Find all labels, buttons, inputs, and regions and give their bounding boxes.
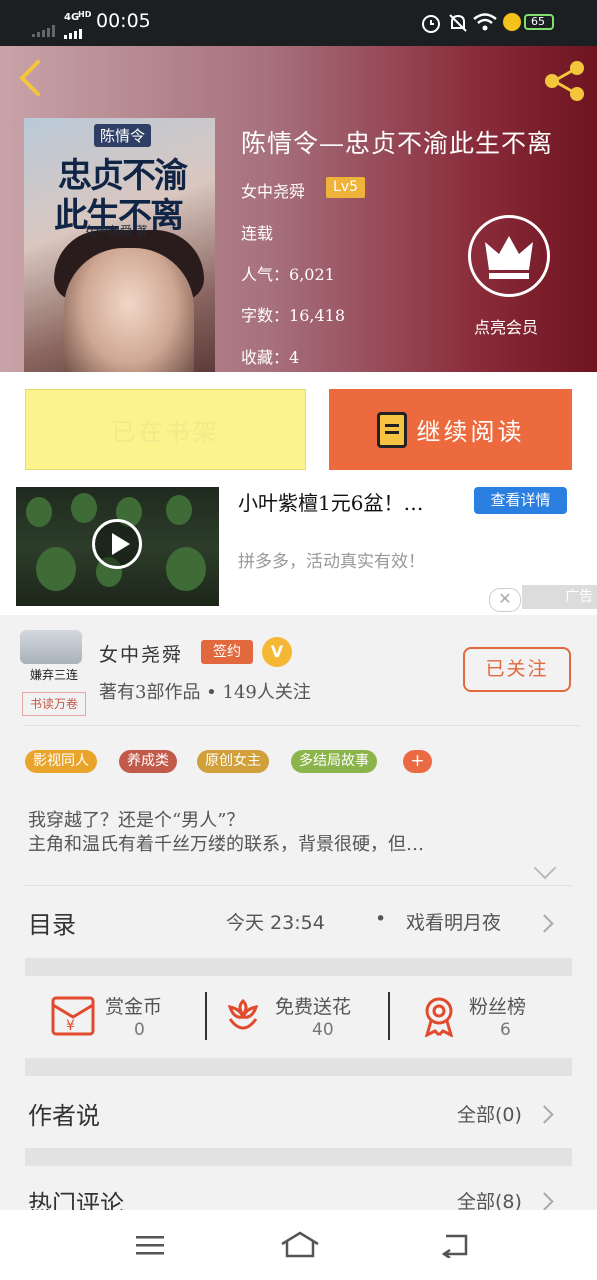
section-gap: [25, 958, 572, 976]
ad-close-button[interactable]: ✕: [489, 588, 521, 612]
catalog-separator: •: [375, 908, 387, 930]
tag-label: 养成类: [127, 753, 169, 769]
book-cover[interactable]: 陈情令 忠贞不渝 此生不离 女中尧舜 著: [24, 118, 215, 372]
battery-icon: 65: [524, 14, 554, 30]
tag-item[interactable]: 多结局故事: [291, 750, 377, 773]
ad-label: 广告: [522, 585, 597, 609]
clock: 00:05: [96, 10, 151, 32]
follow-button[interactable]: 已关注: [463, 647, 571, 692]
divider: [205, 992, 207, 1040]
tag-item[interactable]: 原创女主: [197, 750, 269, 773]
section-gap: [25, 1148, 572, 1166]
cover-face: [64, 248, 194, 372]
book-title: 陈情令—忠贞不渝此生不离: [241, 129, 554, 158]
description-line: 我穿越了？还是个“男人”？: [28, 810, 245, 831]
system-nav-bar: [0, 1210, 597, 1280]
popularity-label: 人气：: [241, 265, 290, 284]
stat-value: 0: [134, 1020, 145, 1040]
word-count-value: 16,418: [289, 306, 345, 325]
cover-tag: 陈情令: [94, 124, 152, 147]
book-status: 连载: [241, 224, 274, 243]
divider: [25, 725, 580, 726]
description-line: 主角和温氏有着千丝万缕的联系，背景很硬，但…: [28, 834, 424, 855]
vip-label[interactable]: 点亮会员: [474, 314, 538, 338]
battery-level: 65: [531, 15, 545, 28]
book-popularity: 人气：6,021: [241, 261, 335, 285]
network-sub: HD: [78, 10, 92, 19]
wifi-icon: [472, 12, 498, 36]
author-says-label: 作者说: [28, 1102, 100, 1130]
in-shelf-label: 已在书架: [111, 418, 220, 446]
crown-icon: [485, 236, 533, 279]
ad-subtitle: 拼多多，活动真实有效！: [238, 552, 425, 572]
word-count-label: 字数：: [241, 306, 290, 325]
continue-reading-label: 继续阅读: [416, 418, 525, 446]
status-bar: 4G HD 00:05 65: [0, 0, 597, 46]
favorites-label: 收藏：: [241, 348, 290, 367]
book-word-count: 字数：16,418: [241, 302, 345, 326]
charging-icon: [503, 13, 521, 31]
book-favorites: 收藏：4: [241, 344, 299, 368]
flower-icon[interactable]: [222, 995, 264, 1041]
ad-title[interactable]: 小叶紫檀1元6盆！…: [238, 487, 423, 516]
divider: [388, 992, 390, 1040]
catalog-latest-chapter: 戏看明月夜: [406, 912, 502, 934]
tag-label: 影视同人: [33, 753, 89, 769]
avatar[interactable]: [20, 630, 82, 664]
catalog-label: 目录: [28, 911, 76, 939]
tag-item[interactable]: 养成类: [119, 750, 177, 773]
book-author[interactable]: 女中尧舜: [241, 178, 305, 202]
medal-icon[interactable]: [418, 995, 460, 1041]
tag-item[interactable]: 影视同人: [25, 750, 97, 773]
vip-button[interactable]: [468, 215, 550, 297]
book-icon: [376, 411, 407, 448]
signed-badge: 签约: [201, 640, 253, 664]
more-tags-button[interactable]: +: [403, 750, 432, 773]
share-button[interactable]: [542, 58, 588, 104]
avatar-stamp: 书读万卷: [22, 692, 86, 716]
tag-label: 多结局故事: [299, 753, 369, 769]
verified-icon: V: [262, 637, 292, 667]
in-shelf-button[interactable]: 已在书架: [25, 389, 306, 470]
mute-icon: [447, 12, 469, 38]
author-stats: 著有3部作品 • 149人关注: [99, 682, 311, 703]
author-says-all[interactable]: 全部(0): [457, 1100, 522, 1127]
favorites-value: 4: [289, 348, 300, 367]
svg-text:¥: ¥: [66, 1018, 75, 1034]
play-icon[interactable]: [92, 519, 142, 569]
ad-detail-button[interactable]: 查看详情: [474, 487, 567, 514]
catalog-updated-time: 今天 23:54: [226, 912, 325, 934]
home-icon[interactable]: [280, 1230, 320, 1264]
author-name[interactable]: 女中尧舜: [99, 640, 183, 667]
network-type: 4G: [64, 12, 80, 23]
popularity-value: 6,021: [289, 265, 335, 284]
stat-label: 免费送花: [275, 996, 352, 1018]
avatar-caption: 嫌弃三连: [30, 668, 79, 682]
red-envelope-icon[interactable]: ¥: [50, 995, 96, 1041]
stat-value: 6: [500, 1020, 511, 1040]
signal-strong-icon: [64, 24, 88, 43]
stat-label: 赏金币: [105, 996, 163, 1018]
back-button[interactable]: [16, 58, 46, 98]
alarm-icon: [420, 12, 442, 38]
menu-icon[interactable]: [136, 1234, 164, 1260]
tag-label: 原创女主: [205, 753, 261, 769]
back-nav-icon[interactable]: [440, 1232, 470, 1262]
back-arrow-icon: [19, 60, 40, 96]
share-icon: [545, 61, 584, 101]
section-gap: [25, 1058, 572, 1076]
continue-reading-button[interactable]: 继续阅读: [329, 389, 572, 470]
stat-label: 粉丝榜: [469, 996, 527, 1018]
cover-author: 女中尧舜 著: [84, 224, 148, 238]
author-level-badge: Lv5: [326, 177, 365, 198]
signal-icon: [32, 22, 60, 37]
stat-value: 40: [312, 1020, 334, 1040]
